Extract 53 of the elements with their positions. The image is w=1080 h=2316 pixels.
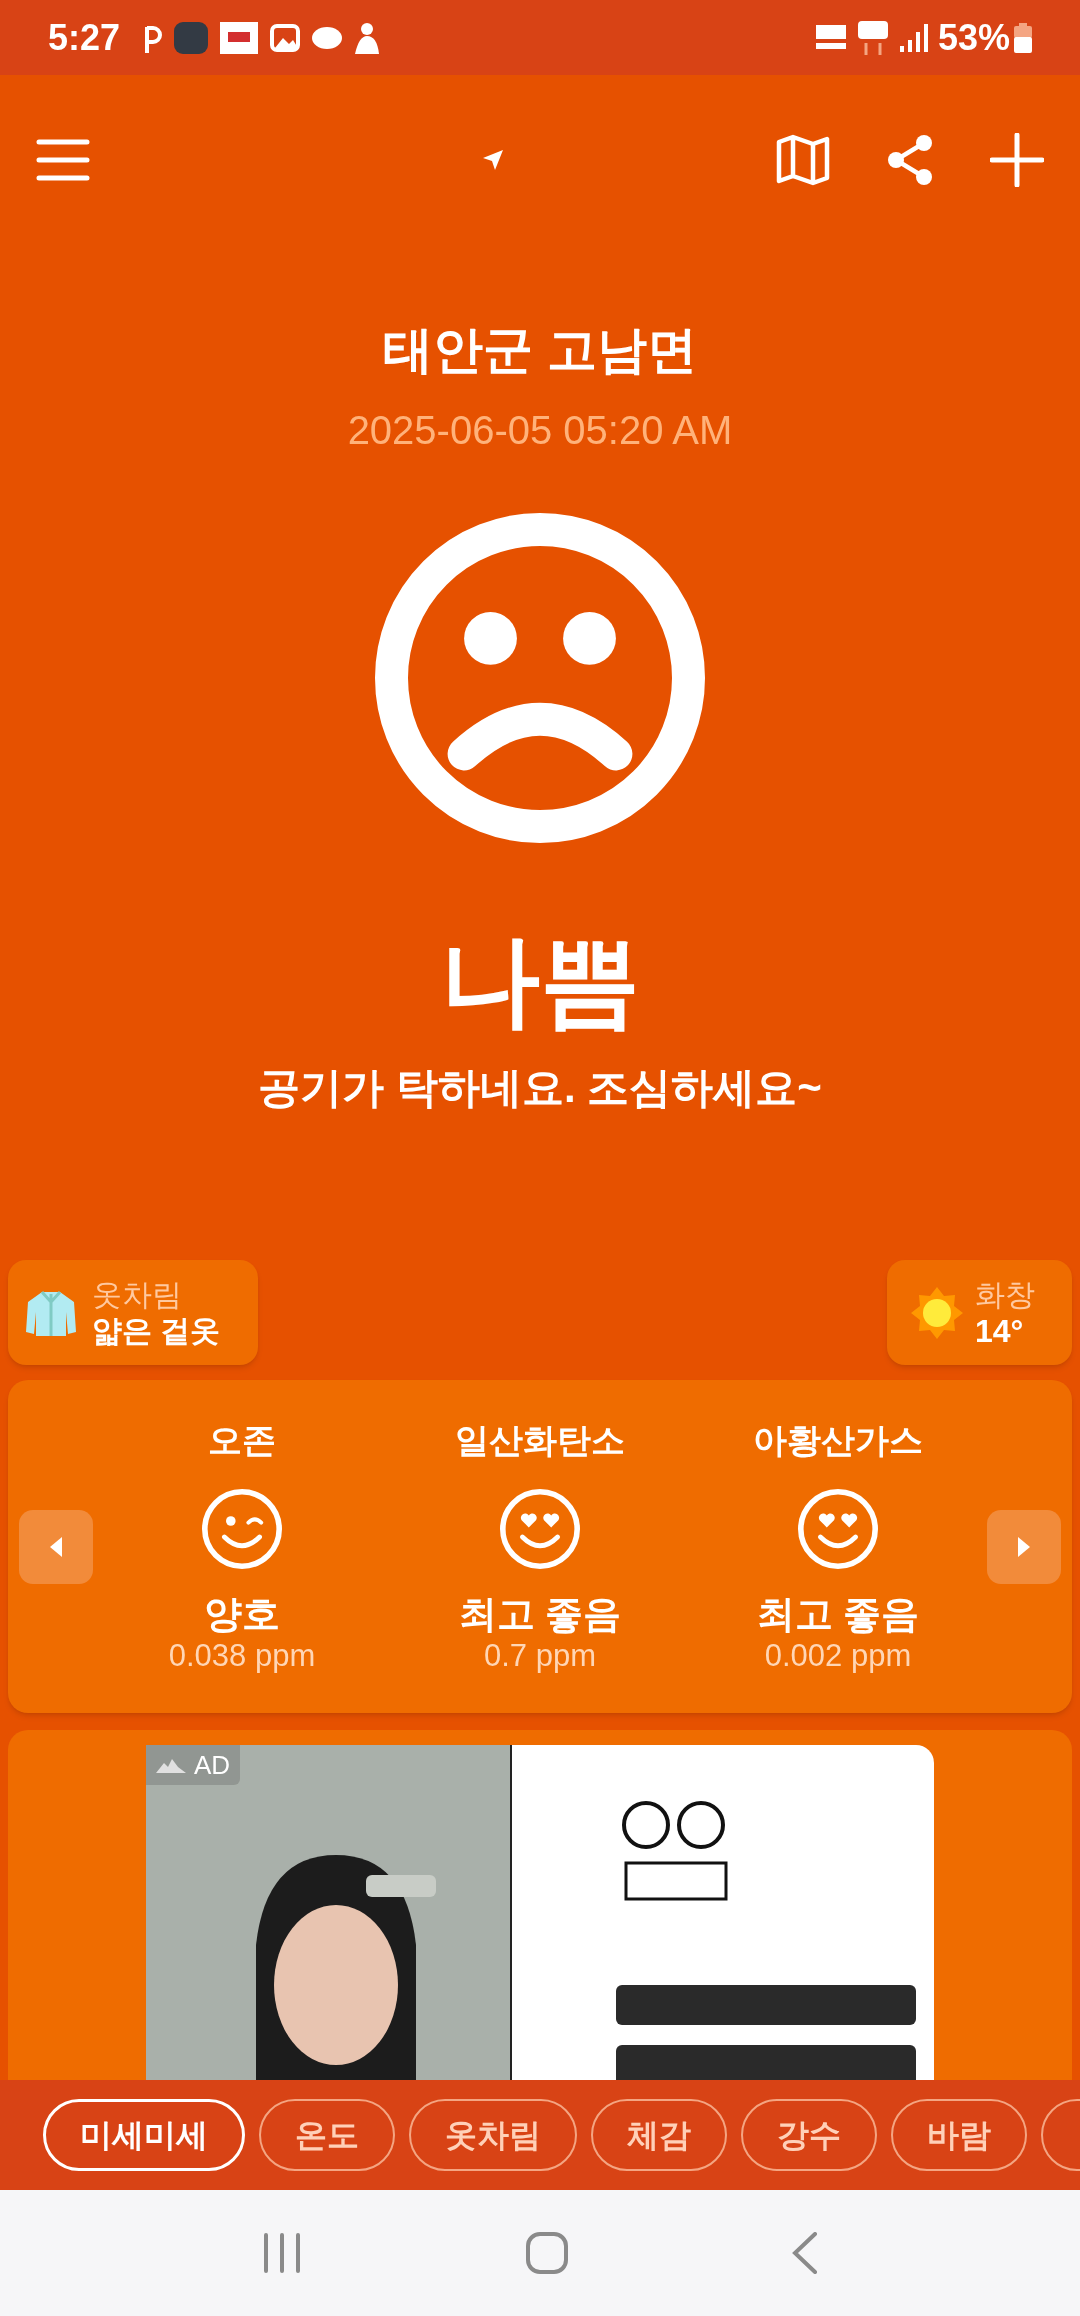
sad-face-icon (375, 513, 705, 843)
pollutant-value: 0.002 ppm (764, 1636, 912, 1675)
pollutant-name: 일산화탄소 (455, 1419, 625, 1461)
chat-bubble-icon (312, 26, 343, 49)
battery-icon (1014, 22, 1032, 53)
signal-icon (899, 23, 928, 52)
heart-eyes-face-icon (798, 1488, 878, 1569)
clothing-value: 얇은 겉옷 (92, 1312, 221, 1349)
share-icon[interactable] (886, 134, 934, 186)
pollutant-name: 아황산가스 (753, 1419, 923, 1461)
app-icon (174, 21, 209, 54)
category-tab[interactable]: 옷차림 (409, 2099, 577, 2171)
pollutant-status: 양호 (204, 1591, 280, 1637)
clothing-label: 옷차림 (92, 1276, 183, 1313)
map-icon[interactable] (776, 134, 830, 186)
weather-card[interactable]: 화창 14° (887, 1260, 1072, 1365)
updated-time: 2025-06-05 05:20 AM (347, 407, 733, 454)
category-tab[interactable]: 강수 (741, 2099, 877, 2171)
category-tab[interactable]: 체감 (591, 2099, 727, 2171)
ad-badge: AD (146, 1745, 241, 1785)
pollutant-value: 0.7 ppm (484, 1636, 596, 1675)
pollutant-status: 최고 좋음 (458, 1591, 622, 1637)
weather-label: 화창 (975, 1276, 1035, 1313)
location-title: 태안군 고남면 (383, 321, 697, 380)
clothing-card[interactable]: 옷차림 얇은 겉옷 (8, 1260, 258, 1365)
person-icon (354, 21, 381, 54)
recent-apps-icon[interactable] (262, 2233, 302, 2273)
heart-eyes-face-icon (500, 1488, 580, 1569)
previous-button[interactable] (19, 1509, 93, 1584)
location-arrow-icon[interactable] (481, 148, 505, 172)
ad-logo-icon (156, 1757, 186, 1773)
pollutant-value: 0.038 ppm (168, 1636, 316, 1675)
back-icon[interactable] (792, 2232, 818, 2274)
left-triangle-icon (50, 1536, 62, 1557)
winking-face-icon (202, 1488, 282, 1569)
home-icon[interactable] (526, 2232, 568, 2274)
status-time: 5:27 (48, 15, 121, 60)
menu-icon[interactable] (36, 138, 90, 182)
battery-percent: 53% (937, 15, 1010, 60)
pollutant-status: 최고 좋음 (756, 1591, 920, 1637)
sun-icon (911, 1286, 963, 1339)
air-quality-grade: 나쁨 (440, 925, 640, 1035)
temperature: 14° (975, 1312, 1025, 1349)
pollutant-name: 오존 (208, 1419, 276, 1461)
next-button[interactable] (987, 1509, 1061, 1584)
app-icon (220, 21, 259, 54)
category-tab[interactable]: 바람 (891, 2099, 1027, 2171)
category-tab[interactable]: 온도 (259, 2099, 395, 2171)
image-icon (270, 23, 301, 52)
air-quality-message: 공기가 탁하네요. 조심하세요~ (258, 1063, 822, 1113)
add-icon[interactable] (990, 133, 1044, 187)
right-triangle-icon (1018, 1536, 1030, 1557)
category-tab[interactable]: 미세미세 (43, 2099, 245, 2171)
